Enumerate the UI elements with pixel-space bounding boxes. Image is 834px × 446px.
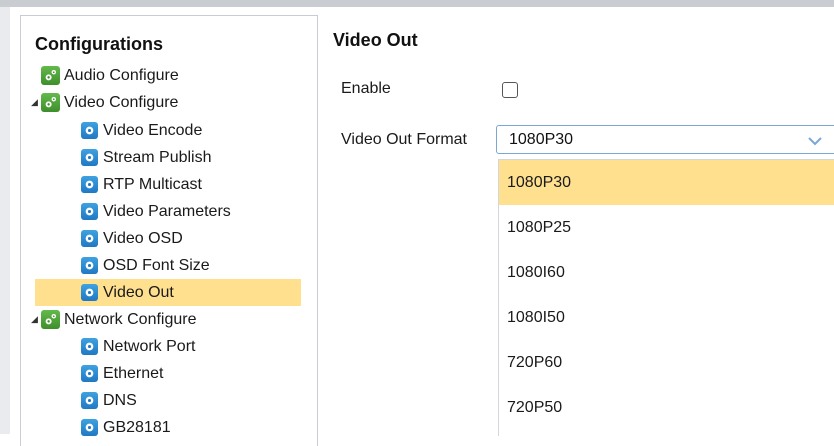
gear-leaf-icon bbox=[81, 419, 98, 436]
video-out-format-select[interactable]: 1080P30 bbox=[496, 125, 834, 154]
enable-checkbox[interactable] bbox=[502, 82, 518, 98]
tree-item-label: Audio Configure bbox=[64, 66, 179, 84]
tree-item-dns[interactable]: DNS bbox=[81, 387, 137, 414]
tree-item-video-out[interactable]: Video Out bbox=[35, 279, 301, 306]
gear-group-icon bbox=[41, 66, 60, 85]
gear-leaf-icon bbox=[81, 257, 98, 274]
gear-leaf-icon bbox=[81, 338, 98, 355]
triangle-expand-icon[interactable]: ◢ bbox=[31, 314, 38, 325]
format-dropdown-list: 1080P30 1080P25 1080I60 1080I50 720P60 720P50 bbox=[498, 159, 834, 436]
left-frame-edge bbox=[0, 7, 10, 434]
format-option-1080p25[interactable]: 1080P25 bbox=[499, 205, 834, 250]
tree-item-audio-configure[interactable]: Audio Configure bbox=[41, 62, 179, 89]
tree-item-video-configure[interactable]: ◢ Video Configure bbox=[31, 89, 179, 116]
tree-item-ethernet[interactable]: Ethernet bbox=[81, 360, 163, 387]
tree-item-video-encode[interactable]: Video Encode bbox=[81, 117, 202, 144]
tree-item-label: Stream Publish bbox=[103, 148, 212, 166]
select-current-value: 1080P30 bbox=[509, 131, 574, 148]
tree-item-label: Video Out bbox=[103, 283, 174, 301]
gear-leaf-icon bbox=[81, 365, 98, 382]
enable-label: Enable bbox=[341, 80, 391, 97]
tree-item-gb28181[interactable]: GB28181 bbox=[81, 414, 171, 441]
chevron-down-icon bbox=[808, 133, 822, 151]
tree-item-label: Video Parameters bbox=[103, 202, 231, 220]
tree-item-rtp-multicast[interactable]: RTP Multicast bbox=[81, 171, 202, 198]
top-bar bbox=[0, 0, 834, 7]
tree-item-network-configure[interactable]: ◢ Network Configure bbox=[31, 306, 197, 333]
tree-item-label: Network Port bbox=[103, 337, 196, 355]
tree-item-stream-publish[interactable]: Stream Publish bbox=[81, 144, 212, 171]
format-option-720p50[interactable]: 720P50 bbox=[499, 385, 834, 430]
tree-item-label: DNS bbox=[103, 391, 137, 409]
format-option-1080p30[interactable]: 1080P30 bbox=[499, 160, 834, 205]
gear-group-icon bbox=[41, 310, 60, 329]
tree-item-label: OSD Font Size bbox=[103, 256, 210, 274]
gear-leaf-icon bbox=[81, 149, 98, 166]
tree-item-label: Network Configure bbox=[64, 310, 197, 328]
tree-item-network-port[interactable]: Network Port bbox=[81, 333, 195, 360]
tree-item-video-osd[interactable]: Video OSD bbox=[81, 225, 183, 252]
triangle-expand-icon[interactable]: ◢ bbox=[31, 97, 38, 108]
tree-item-label: Video Encode bbox=[103, 121, 203, 139]
gear-leaf-icon bbox=[81, 176, 98, 193]
page-title: Video Out bbox=[333, 30, 418, 50]
gear-leaf-icon bbox=[81, 203, 98, 220]
gear-leaf-icon bbox=[81, 230, 98, 247]
gear-group-icon bbox=[41, 93, 60, 112]
tree-item-label: Ethernet bbox=[103, 364, 164, 382]
gear-leaf-icon bbox=[81, 392, 98, 409]
format-option-720p60[interactable]: 720P60 bbox=[499, 340, 834, 385]
tree-item-label: RTP Multicast bbox=[103, 175, 202, 193]
format-option-1080i50[interactable]: 1080I50 bbox=[499, 295, 834, 340]
configurations-tree-panel: Configurations Audio Configure ◢ Video Con… bbox=[20, 15, 318, 446]
gear-leaf-icon bbox=[81, 122, 98, 139]
format-option-1080i60[interactable]: 1080I60 bbox=[499, 250, 834, 295]
gear-leaf-icon bbox=[81, 284, 98, 301]
tree-item-video-parameters[interactable]: Video Parameters bbox=[81, 198, 231, 225]
tree-item-label: Video OSD bbox=[103, 229, 183, 247]
tree-title: Configurations bbox=[35, 34, 163, 54]
tree-item-osd-font-size[interactable]: OSD Font Size bbox=[81, 252, 210, 279]
tree-item-label: Video Configure bbox=[64, 93, 179, 111]
video-out-format-label: Video Out Format bbox=[341, 131, 467, 148]
